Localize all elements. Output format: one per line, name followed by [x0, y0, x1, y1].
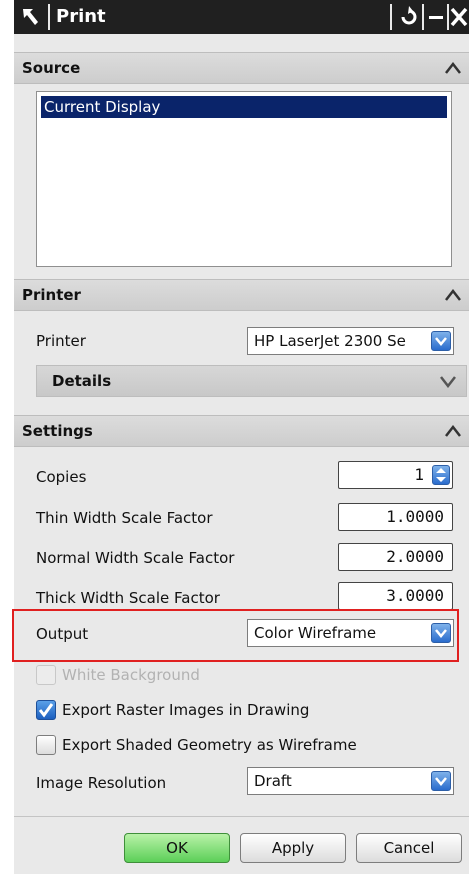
- title-separator: [48, 4, 50, 30]
- printer-label: Printer: [36, 332, 86, 350]
- ok-button[interactable]: OK: [124, 833, 230, 863]
- normal-width-field[interactable]: 2.0000: [338, 543, 453, 571]
- apply-button[interactable]: Apply: [240, 833, 346, 863]
- dialog-title: Print: [56, 6, 106, 27]
- white-background-checkbox[interactable]: [36, 665, 56, 685]
- close-icon[interactable]: [448, 4, 469, 30]
- thin-width-field[interactable]: 1.0000: [338, 503, 453, 531]
- white-background-label: White Background: [62, 666, 200, 684]
- normal-width-value: 2.0000: [386, 547, 444, 566]
- title-bar[interactable]: Print: [14, 0, 469, 34]
- settings-section-header[interactable]: Settings: [14, 415, 469, 447]
- printer-header-label: Printer: [22, 286, 81, 304]
- thick-width-label: Thick Width Scale Factor: [36, 589, 220, 607]
- export-shaded-checkbox[interactable]: [36, 735, 56, 755]
- list-item[interactable]: Current Display: [41, 96, 447, 118]
- output-highlight-box: [12, 609, 459, 662]
- thin-width-value: 1.0000: [386, 507, 444, 526]
- chevron-up-icon[interactable]: [445, 289, 461, 301]
- image-resolution-select[interactable]: Draft: [247, 767, 454, 795]
- copies-stepper[interactable]: 1: [338, 461, 453, 489]
- chevron-down-icon[interactable]: [431, 771, 451, 791]
- chevron-up-icon[interactable]: [445, 62, 461, 74]
- print-dialog: Print Source Current Display Printer Pri…: [14, 0, 469, 874]
- select-arrow-icon[interactable]: [20, 5, 42, 29]
- minimize-icon[interactable]: [425, 4, 447, 30]
- export-shaded-label: Export Shaded Geometry as Wireframe: [62, 736, 357, 754]
- export-raster-checkbox[interactable]: [36, 700, 56, 720]
- image-resolution-label: Image Resolution: [36, 774, 167, 792]
- details-expander[interactable]: Details: [36, 365, 467, 397]
- reset-icon[interactable]: [398, 4, 420, 30]
- spinner-icon[interactable]: [432, 465, 450, 485]
- copies-value: 1: [414, 465, 424, 484]
- thin-width-label: Thin Width Scale Factor: [36, 509, 213, 527]
- source-list[interactable]: Current Display: [36, 91, 452, 267]
- thick-width-field[interactable]: 3.0000: [338, 582, 453, 610]
- details-label: Details: [52, 372, 112, 390]
- export-raster-label: Export Raster Images in Drawing: [62, 701, 310, 719]
- source-header-label: Source: [22, 59, 81, 77]
- copies-label: Copies: [36, 468, 87, 486]
- footer-divider: [14, 816, 469, 817]
- normal-width-label: Normal Width Scale Factor: [36, 549, 235, 567]
- chevron-down-icon[interactable]: [431, 331, 451, 351]
- printer-select[interactable]: HP LaserJet 2300 Se: [247, 327, 454, 355]
- checkmark-icon: [38, 703, 54, 718]
- settings-header-label: Settings: [22, 422, 93, 440]
- printer-section-header[interactable]: Printer: [14, 279, 469, 311]
- cancel-button[interactable]: Cancel: [356, 833, 462, 863]
- chevron-up-icon[interactable]: [445, 425, 461, 437]
- title-separator: [422, 4, 424, 30]
- title-separator: [390, 4, 392, 30]
- thick-width-value: 3.0000: [386, 586, 444, 605]
- image-resolution-value: Draft: [254, 772, 292, 790]
- printer-select-value: HP LaserJet 2300 Se: [254, 332, 406, 350]
- source-section-header[interactable]: Source: [14, 52, 469, 84]
- chevron-down-icon[interactable]: [440, 376, 456, 388]
